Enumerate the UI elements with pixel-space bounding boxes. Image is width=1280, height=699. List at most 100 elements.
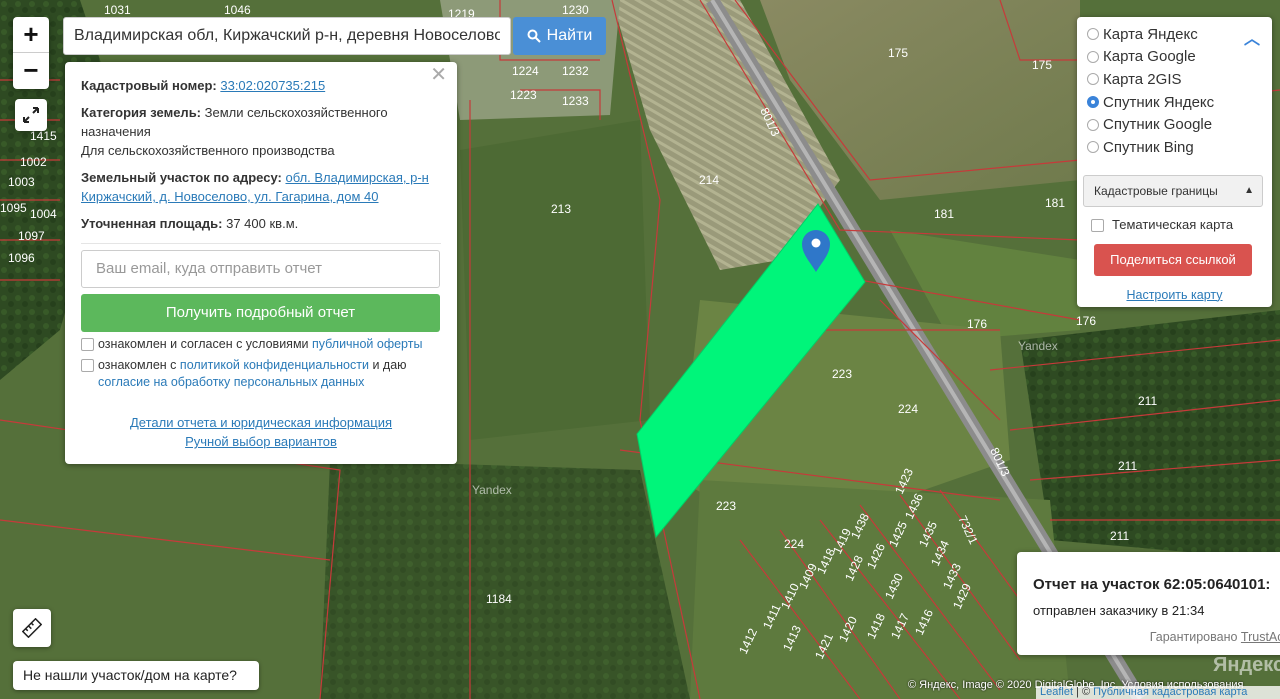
parcel-number-label: 1031 — [104, 3, 131, 17]
usage-value: Для сельскохозяйственного производства — [81, 143, 335, 158]
report-sent-text: отправлен заказчику в 21:34 — [1033, 603, 1205, 618]
trustact-link[interactable]: TrustAct — [1241, 630, 1280, 644]
parcel-number-label: 1046 — [224, 3, 251, 17]
basemap-option[interactable]: Спутник Bing — [1087, 136, 1262, 159]
address-search-field[interactable] — [63, 17, 511, 55]
forest-area — [1020, 310, 1280, 560]
radio-button[interactable] — [1087, 96, 1099, 109]
radio-button[interactable] — [1087, 50, 1099, 63]
get-report-button[interactable]: Получить подробный отчет — [81, 294, 440, 332]
basemap-option[interactable]: Карта Google — [1087, 46, 1262, 69]
address-label: Земельный участок по адресу: — [81, 170, 282, 185]
search-icon — [527, 29, 541, 43]
personal-data-consent-link[interactable]: согласие на обработку персональных данны… — [98, 375, 364, 389]
parcel-number-label: 1224 — [512, 64, 539, 78]
close-icon[interactable]: ✕ — [430, 65, 447, 85]
parcel-number-label: 1223 — [510, 88, 537, 102]
parcel-number-label: 181 — [1045, 196, 1065, 210]
category-label: Категория земель: — [81, 105, 202, 120]
parcel-number-label: 1096 — [8, 251, 35, 265]
agree-offer-text: ознакомлен и согласен с условиями — [98, 337, 309, 351]
thematic-map-label: Тематическая карта — [1112, 216, 1234, 232]
thematic-map-checkbox[interactable] — [1091, 218, 1104, 232]
basemap-option[interactable]: Спутник Google — [1087, 113, 1262, 136]
configure-map-link[interactable]: Настроить карту — [1087, 288, 1262, 302]
basemap-option[interactable]: Спутник Яндекс — [1087, 91, 1262, 114]
parcel-number-label: 211 — [1110, 529, 1129, 543]
cadastral-row: Кадастровый номер: 33:02:020735:215 — [81, 76, 441, 95]
fullscreen-button[interactable] — [15, 99, 47, 131]
divider — [81, 243, 441, 244]
cadastral-number-link[interactable]: 33:02:020735:215 — [220, 78, 325, 93]
parcel-info-popup: ✕ Кадастровый номер: 33:02:020735:215 Ка… — [65, 62, 457, 464]
parcel-number-label: 1004 — [30, 207, 57, 221]
agree-privacy-mid: и даю — [372, 358, 407, 372]
basemap-option-label: Карта Яндекс — [1103, 25, 1198, 43]
basemap-option-label: Спутник Яндекс — [1103, 93, 1215, 111]
parcel-number-label: 176 — [1076, 314, 1096, 328]
parcel-number-label: 213 — [551, 202, 571, 216]
radio-button[interactable] — [1087, 28, 1099, 41]
basemap-option-label: Спутник Google — [1103, 116, 1213, 134]
leaflet-link[interactable]: Leaflet — [1040, 686, 1073, 698]
parcel-number-label: 181 — [934, 207, 954, 221]
basemap-option-label: Карта Google — [1103, 48, 1196, 66]
manual-selection-link[interactable]: Ручной выбор вариантов — [185, 434, 337, 449]
layer-select[interactable]: Кадастровые границы ▲ — [1083, 174, 1263, 207]
parcel-number-label: 211 — [1118, 459, 1137, 473]
not-found-button[interactable]: Не нашли участок/дом на карте? — [13, 661, 259, 690]
parcel-number-label: 1095 — [0, 201, 27, 215]
area-value: 37 400 кв.м. — [226, 216, 299, 231]
parcel-number-label: 082 — [0, 0, 20, 3]
share-link-button[interactable]: Поделиться ссылкой — [1094, 243, 1252, 276]
parcel-number-label: 224 — [898, 402, 918, 416]
report-notification: Отчет на участок 62:05:0640101: отправле… — [1017, 552, 1280, 655]
parcel-number-label: 1230 — [562, 3, 589, 17]
measure-button[interactable] — [13, 609, 51, 647]
parcel-number-label: 1184 — [486, 592, 512, 606]
basemap-option[interactable]: Карта Яндекс — [1087, 23, 1262, 46]
privacy-policy-link[interactable]: политикой конфиденциальности — [180, 358, 369, 372]
attribution-separator: | © — [1073, 686, 1094, 698]
zoom-out-button[interactable]: − — [13, 53, 49, 89]
parcel-number-label: 175 — [1032, 58, 1052, 72]
bottom-links: Детали отчета и юридическая информация Р… — [81, 413, 441, 451]
forest-area — [460, 120, 650, 440]
radio-button[interactable] — [1087, 118, 1099, 131]
expand-icon — [23, 107, 39, 123]
parcel-number-label: 223 — [832, 367, 852, 381]
ruler-icon — [22, 618, 42, 638]
parcel-number-label: 1097 — [18, 229, 45, 243]
search-button-label: Найти — [546, 27, 593, 44]
thematic-map-row: Тематическая карта — [1091, 217, 1262, 232]
category-row: Категория земель: Земли сельскохозяйстве… — [81, 103, 441, 160]
parcel-number-label: 223 — [716, 499, 736, 513]
search-input[interactable] — [74, 18, 500, 54]
radio-button[interactable] — [1087, 73, 1099, 86]
basemap-option[interactable]: Карта 2GIS — [1087, 68, 1262, 91]
zoom-in-button[interactable]: + — [13, 17, 49, 53]
agree-privacy-checkbox-row: ознакомлен с политикой конфиденциальност… — [81, 357, 441, 391]
agree-offer-checkbox[interactable] — [81, 338, 94, 351]
public-offer-link[interactable]: публичной оферты — [312, 337, 422, 351]
parcel-number-label: 224 — [784, 537, 804, 551]
pkk-link[interactable]: Публичная кадастровая карта — [1093, 686, 1247, 698]
email-field[interactable]: Ваш email, куда отправить отчет — [81, 250, 440, 288]
parcel-number-label: 1003 — [8, 175, 35, 189]
parcel-number-label: 176 — [967, 317, 987, 331]
parcel-number-label: 1415 — [30, 129, 57, 143]
yandex-watermark: Яндекс — [1213, 654, 1280, 676]
zoom-control: + − — [13, 17, 49, 89]
agree-privacy-checkbox[interactable] — [81, 359, 94, 372]
radio-button[interactable] — [1087, 141, 1099, 154]
select-arrows-icon: ▲ — [1244, 184, 1254, 196]
yandex-tile-mark: Yandex — [472, 483, 512, 497]
basemap-option-label: Карта 2GIS — [1103, 70, 1182, 88]
layers-panel: ︿ Карта Яндекс Карта Google Карта 2GIS Спут… — [1077, 17, 1272, 307]
details-link[interactable]: Детали отчета и юридическая информация — [130, 415, 392, 430]
chevron-up-icon[interactable]: ︿ — [1244, 25, 1260, 49]
basemap-options: Карта Яндекс Карта Google Карта 2GIS Спутни… — [1087, 23, 1262, 159]
guarantee-row: Гарантировано TrustAct — [1033, 630, 1280, 644]
search-button[interactable]: Найти — [513, 17, 606, 55]
basemap-option-label: Спутник Bing — [1103, 138, 1194, 156]
